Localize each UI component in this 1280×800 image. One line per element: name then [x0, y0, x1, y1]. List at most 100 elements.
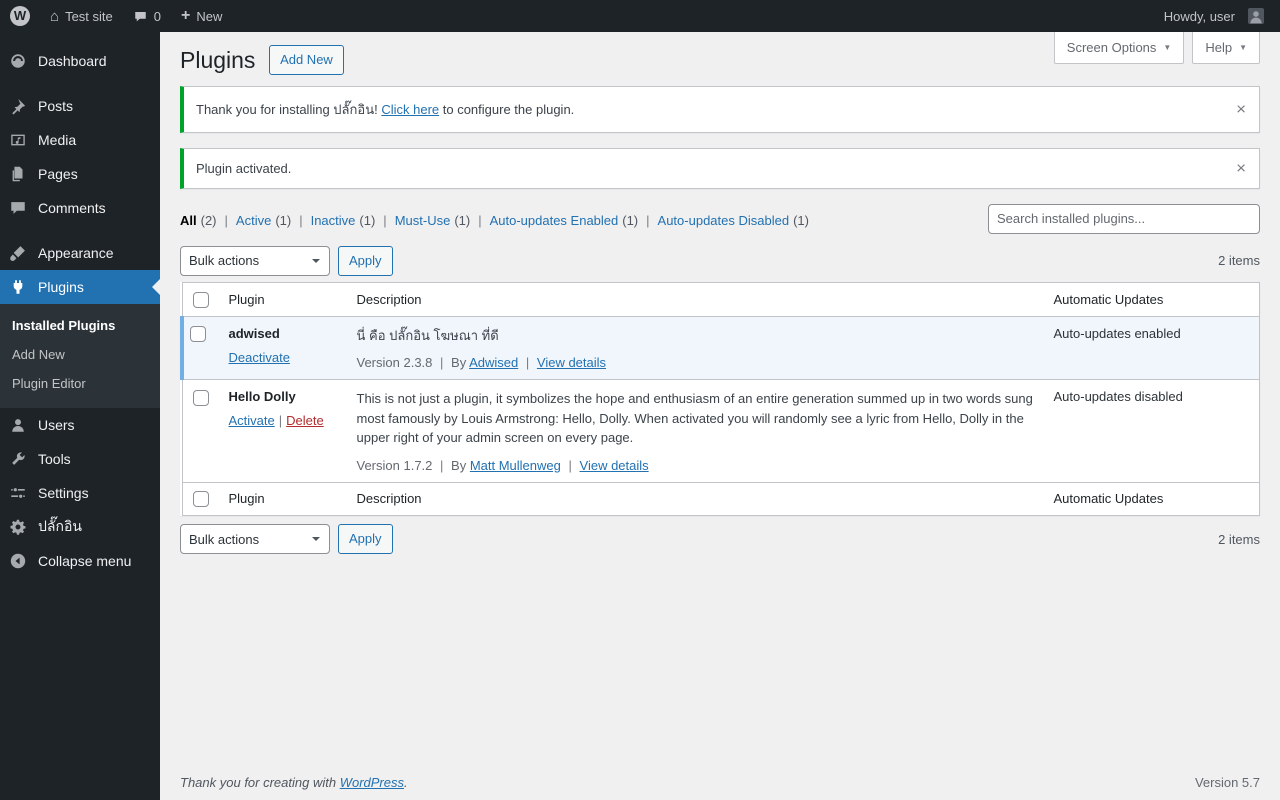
bulk-actions-select[interactable]: Bulk actions — [180, 245, 330, 276]
sidebar-item-users[interactable]: Users — [0, 408, 160, 442]
filter-active: Active (1) | — [236, 213, 311, 228]
select-plugin-checkbox[interactable] — [192, 389, 209, 406]
plus-icon: + — [180, 7, 191, 24]
sidebar-item-label: Dashboard — [38, 53, 107, 69]
search-installed-plugins-input[interactable] — [988, 203, 1260, 234]
sidebar-item-custom-plugin[interactable]: ปลั๊กอิน — [0, 510, 160, 544]
separator: | — [299, 212, 303, 228]
filter-must-use: Must-Use (1) | — [395, 213, 490, 228]
wordpress-version: Version 5.7 — [1194, 775, 1260, 790]
plugin-author-link[interactable]: Matt Mullenweg — [470, 458, 561, 473]
delete-link[interactable]: Delete — [286, 413, 324, 428]
filter-autoupdates-enabled-link[interactable]: Auto-updates Enabled — [490, 213, 619, 228]
plugin-row-actions: Activate | Delete — [229, 413, 337, 428]
screen-options-label: Screen Options — [1066, 40, 1157, 55]
deactivate-link[interactable]: Deactivate — [229, 350, 290, 365]
wordpress-logo-icon: W — [10, 6, 30, 26]
filter-active-link[interactable]: Active — [236, 213, 271, 228]
main-content: Plugins Add New Thank you for installing… — [160, 0, 1280, 768]
plugin-meta: Version 1.7.2 | By Matt Mullenweg | View… — [357, 458, 1034, 473]
separator: | — [478, 212, 482, 228]
sidebar-item-appearance[interactable]: Appearance — [0, 236, 160, 270]
column-header-plugin: Plugin — [218, 481, 347, 516]
submenu-plugin-editor[interactable]: Plugin Editor — [0, 369, 160, 398]
notice-install-link[interactable]: Click here — [381, 102, 439, 117]
sidebar-item-posts[interactable]: Posts — [0, 89, 160, 123]
by-label: By — [451, 355, 467, 371]
view-details-link[interactable]: View details — [580, 458, 649, 473]
my-account-menu[interactable]: Howdy, user — [1154, 0, 1274, 32]
plugin-author-link[interactable]: Adwised — [469, 355, 518, 370]
separator: | — [568, 457, 572, 473]
dismiss-notice-button[interactable]: × — [1227, 95, 1255, 124]
site-name-menu[interactable]: ⌂ Test site — [40, 0, 123, 32]
collapse-arrow-icon — [8, 551, 28, 571]
plugin-version: Version 1.7.2 — [356, 457, 433, 473]
select-plugin-checkbox[interactable] — [190, 326, 206, 343]
filter-all-link[interactable]: All — [180, 213, 197, 228]
tablenav-bottom: Bulk actions Apply 2 items — [180, 524, 1260, 555]
sidebar-item-pages[interactable]: Pages — [0, 157, 160, 191]
plugins-table: Plugin Description Automatic Updates adw… — [180, 282, 1260, 517]
submenu-add-new[interactable]: Add New — [0, 340, 160, 369]
separator: | — [440, 355, 444, 371]
apply-button[interactable]: Apply — [338, 524, 393, 555]
filter-autoupdates-disabled: Auto-updates Disabled (1) — [658, 213, 809, 228]
sidebar-item-plugins[interactable]: Plugins — [0, 270, 160, 304]
notice-install: Thank you for installing ปลั๊กอิน! Click… — [180, 85, 1260, 133]
items-count: 2 items — [1218, 253, 1260, 269]
filter-inactive: Inactive (1) | — [311, 213, 395, 228]
add-new-plugin-button[interactable]: Add New — [269, 45, 344, 76]
activate-link[interactable]: Activate — [229, 413, 275, 428]
sidebar-item-label: Comments — [38, 200, 106, 216]
help-label: Help — [1205, 40, 1233, 55]
comment-bubble-icon — [133, 9, 148, 24]
filter-autoupdates-enabled: Auto-updates Enabled (1) | — [490, 213, 658, 228]
plugin-icon — [8, 277, 28, 297]
pages-icon — [8, 164, 28, 184]
submenu-installed-plugins[interactable]: Installed Plugins — [0, 311, 160, 340]
new-content-menu[interactable]: + New — [171, 0, 232, 32]
wordpress-logo-menu[interactable]: W — [0, 0, 40, 32]
view-details-link[interactable]: View details — [537, 355, 606, 370]
separator: | — [440, 457, 444, 473]
screen-options-toggle[interactable]: Screen Options ▼ — [1053, 32, 1185, 64]
sidebar-item-label: Appearance — [38, 245, 114, 261]
items-count: 2 items — [1218, 531, 1260, 547]
wordpress-link[interactable]: WordPress — [340, 775, 404, 790]
filter-must-use-link[interactable]: Must-Use — [395, 213, 451, 228]
dismiss-notice-button[interactable]: × — [1227, 154, 1255, 183]
bulk-actions-select[interactable]: Bulk actions — [180, 524, 330, 555]
plugin-status-filters: All (2) | Active (1) | Inactive (1) | Mu… — [180, 213, 809, 228]
bulk-actions-select-wrap: Bulk actions — [180, 524, 330, 555]
select-all-checkbox[interactable] — [192, 291, 209, 308]
filter-count: (1) — [359, 212, 376, 228]
help-toggle[interactable]: Help ▼ — [1192, 32, 1260, 64]
tablenav-top: Bulk actions Apply 2 items — [180, 245, 1260, 277]
filter-inactive-link[interactable]: Inactive — [311, 213, 356, 228]
sidebar-item-media[interactable]: Media — [0, 123, 160, 157]
separator: | — [383, 212, 387, 228]
sidebar-item-comments[interactable]: Comments — [0, 191, 160, 225]
comments-menu[interactable]: 0 — [123, 0, 171, 32]
separator: | — [278, 413, 283, 429]
separator: | — [224, 212, 228, 228]
page-title: Plugins — [180, 47, 256, 73]
sidebar-item-settings[interactable]: Settings — [0, 476, 160, 510]
site-name-label: Test site — [65, 8, 113, 24]
footer-thanks-prefix: Thank you for creating with — [180, 775, 337, 790]
sidebar-item-label: Pages — [38, 166, 78, 182]
plugin-row-hello-dolly: Hello Dolly Activate | Delete This is not … — [182, 380, 1260, 483]
column-header-description: Description — [346, 481, 1044, 516]
column-header-auto-updates: Automatic Updates — [1043, 481, 1260, 516]
filter-autoupdates-disabled-link[interactable]: Auto-updates Disabled — [658, 213, 790, 228]
auto-updates-status: Auto-updates enabled — [1053, 325, 1181, 341]
apply-button[interactable]: Apply — [338, 245, 393, 277]
by-label: By — [451, 457, 467, 473]
sidebar-item-tools[interactable]: Tools — [0, 442, 160, 476]
select-all-checkbox[interactable] — [192, 491, 209, 508]
filter-count: (1) — [275, 212, 292, 228]
collapse-menu-button[interactable]: Collapse menu — [0, 544, 160, 578]
sidebar-item-dashboard[interactable]: Dashboard — [0, 44, 160, 78]
paintbrush-icon — [8, 243, 28, 263]
